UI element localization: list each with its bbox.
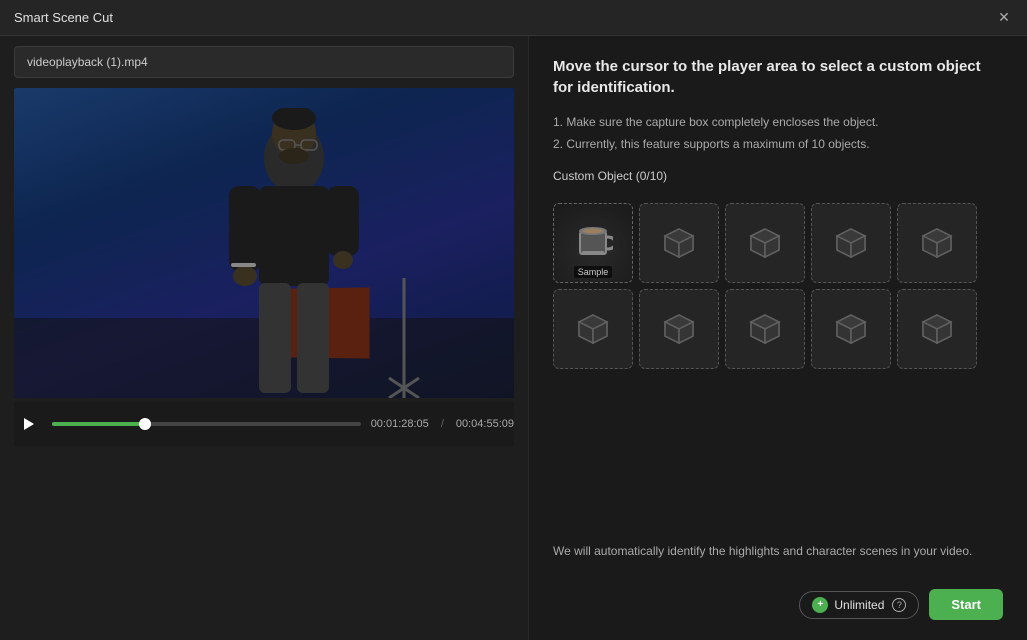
app-title: Smart Scene Cut xyxy=(14,10,113,25)
close-button[interactable]: ✕ xyxy=(995,9,1013,27)
cube-icon-9 xyxy=(833,311,869,347)
unlimited-label: Unlimited xyxy=(834,598,884,612)
object-grid: Sample xyxy=(553,203,1003,369)
object-cell-4[interactable] xyxy=(811,203,891,283)
left-panel: videoplayback (1).mp4 xyxy=(0,36,528,640)
sample-label: Sample xyxy=(574,266,613,278)
time-current: 00:01:28:05 xyxy=(371,418,429,430)
right-panel: Move the cursor to the player area to se… xyxy=(528,36,1027,640)
auto-identify-text: We will automatically identify the highl… xyxy=(553,542,1003,561)
help-icon[interactable]: ? xyxy=(892,598,906,612)
instruction-steps: 1. Make sure the capture box completely … xyxy=(553,112,1003,155)
coffee-cup-icon xyxy=(573,221,613,265)
start-button[interactable]: Start xyxy=(929,589,1003,620)
instruction-title: Move the cursor to the player area to se… xyxy=(553,56,1003,98)
step1: 1. Make sure the capture box completely … xyxy=(553,112,1003,134)
title-bar: Smart Scene Cut ✕ xyxy=(0,0,1027,36)
object-cell-9[interactable] xyxy=(811,289,891,369)
progress-fill xyxy=(52,422,145,426)
cube-icon-5 xyxy=(919,225,955,261)
unlimited-plus-icon: + xyxy=(812,597,828,613)
bottom-bar: + Unlimited ? Start xyxy=(553,589,1003,620)
sample-image: Sample xyxy=(554,204,632,282)
object-cell-6[interactable] xyxy=(553,289,633,369)
object-cell-7[interactable] xyxy=(639,289,719,369)
step2: 2. Currently, this feature supports a ma… xyxy=(553,134,1003,156)
progress-handle[interactable] xyxy=(139,418,151,430)
object-cell-5[interactable] xyxy=(897,203,977,283)
object-cell-10[interactable] xyxy=(897,289,977,369)
object-cell-3[interactable] xyxy=(725,203,805,283)
controls-bar: 00:01:28:05 / 00:04:55:09 xyxy=(14,402,514,446)
file-name-bar: videoplayback (1).mp4 xyxy=(14,46,514,78)
cube-icon-6 xyxy=(575,311,611,347)
cube-icon-10 xyxy=(919,311,955,347)
time-separator: / xyxy=(441,418,444,430)
mic-stand xyxy=(374,278,434,398)
custom-object-label: Custom Object (0/10) xyxy=(553,169,1003,183)
person-silhouette xyxy=(204,108,384,398)
cube-icon-2 xyxy=(661,225,697,261)
object-cell-8[interactable] xyxy=(725,289,805,369)
time-total: 00:04:55:09 xyxy=(456,418,514,430)
cube-icon-7 xyxy=(661,311,697,347)
cube-icon-4 xyxy=(833,225,869,261)
video-player xyxy=(14,88,514,398)
main-content: videoplayback (1).mp4 xyxy=(0,36,1027,640)
cube-icon-3 xyxy=(747,225,783,261)
object-cell-sample[interactable]: Sample xyxy=(553,203,633,283)
video-frame xyxy=(14,88,514,398)
object-cell-2[interactable] xyxy=(639,203,719,283)
play-button[interactable] xyxy=(14,410,42,438)
cube-icon-8 xyxy=(747,311,783,347)
progress-bar[interactable] xyxy=(52,422,361,426)
unlimited-button[interactable]: + Unlimited ? xyxy=(799,591,919,619)
